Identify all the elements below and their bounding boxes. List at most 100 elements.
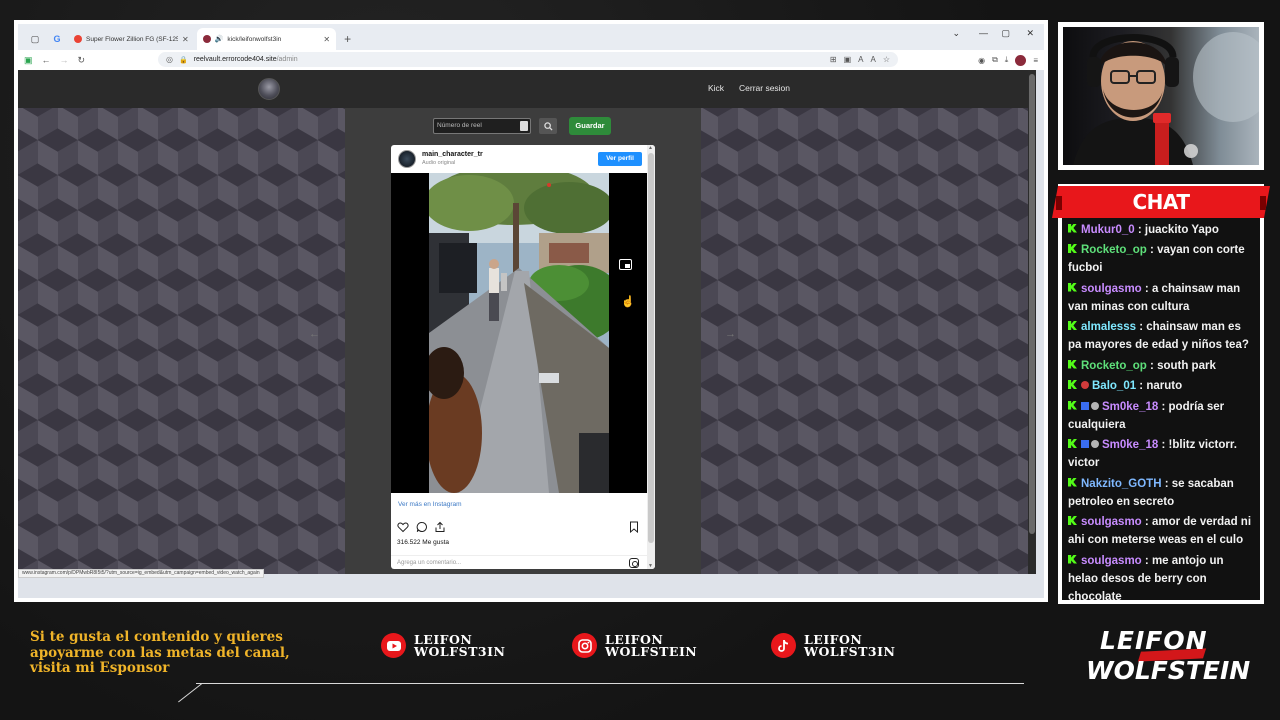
share-icon[interactable] (434, 521, 446, 533)
number-spinner[interactable] (520, 121, 528, 131)
chat-username[interactable]: Nakzito_GOTH (1081, 478, 1162, 490)
brand-logo: LEIFON WOLFSTEIN (1082, 626, 1250, 688)
chat-message: Sm0ke_18 : !blitz victorr. victor (1068, 436, 1256, 472)
next-reel-arrow[interactable]: → (725, 328, 736, 340)
chat-message: Mukur0_0 : juackito Yapo (1068, 221, 1256, 239)
tab-kick[interactable]: 🔊 kick/leifonwolfst3in ✕ (196, 28, 337, 50)
red-badge-icon (1081, 381, 1089, 389)
scroll-up-icon[interactable]: ▲ (648, 145, 653, 151)
scroll-down-icon[interactable]: ▼ (648, 563, 653, 569)
chat-separator: : (1141, 282, 1152, 295)
blue-badge-icon (1081, 401, 1089, 410)
chat-username[interactable]: soulgasmo (1081, 283, 1142, 295)
webcam-frame (1058, 22, 1264, 170)
install-app-icon[interactable]: ⊞ (830, 52, 837, 67)
chat-separator: : (1134, 223, 1145, 236)
site-info-icon[interactable]: ◎ (166, 55, 173, 64)
chat-username[interactable]: Sm0ke_18 (1102, 439, 1158, 451)
youtube-icon (381, 633, 406, 658)
chat-username[interactable]: Sm0ke_18 (1102, 401, 1158, 413)
reload-icon[interactable]: ↻ (78, 55, 86, 66)
downloads-icon[interactable]: ⤓ (1005, 55, 1009, 65)
site-logo[interactable] (258, 78, 280, 100)
extensions-puzzle-icon[interactable]: ⧉ (992, 55, 998, 65)
nav-logout-link[interactable]: Cerrar sesion (739, 83, 790, 93)
kick-badge-icon (1068, 359, 1077, 369)
tab-search-icon[interactable]: ⌄ (952, 28, 960, 39)
page-scrollbar[interactable] (1028, 70, 1036, 574)
chat-message: Sm0ke_18 : podría ser cualquiera (1068, 398, 1256, 434)
back-icon[interactable]: ← (42, 55, 51, 65)
tab-super-flower[interactable]: Super Flower Zillion FG (SF-125... ✕ (68, 28, 195, 50)
extension-icon[interactable]: ◉ (978, 56, 985, 65)
embed-scrollbar[interactable]: ▲ ▼ (647, 145, 655, 569)
chat-username[interactable]: Balo_01 (1092, 380, 1136, 392)
streamer-figure (1073, 32, 1259, 165)
status-bar-url: www.instagram.com/p/DPMwbR8I5t5/?utm_sou… (18, 569, 264, 578)
instagram-icon[interactable] (629, 558, 639, 568)
save-button[interactable]: Guardar (569, 117, 611, 135)
close-window-icon[interactable]: ✕ (1026, 28, 1034, 39)
avatar[interactable] (398, 150, 416, 168)
site-nav: Kick Cerrar sesion (18, 70, 1028, 108)
prev-reel-arrow[interactable]: ← (309, 328, 320, 340)
chat-separator: : (1141, 554, 1152, 567)
new-tab-button[interactable]: + (338, 28, 357, 50)
chat-username[interactable]: Rocketo_op (1081, 360, 1147, 372)
url-host: reelvault.errorcode404.site (193, 56, 277, 63)
maximize-icon[interactable]: ▢ (1001, 28, 1010, 39)
chat-username[interactable]: soulgasmo (1081, 555, 1142, 567)
tab-close-icon[interactable]: ✕ (182, 35, 189, 44)
blue-badge-icon (1081, 440, 1089, 448)
reelvault-page: Kick Cerrar sesion Número de reel Guarda… (18, 70, 1028, 574)
chat-messages: cosplayMukur0_0 : juackito YapoRocketo_o… (1062, 188, 1260, 600)
instagram-actions (397, 521, 645, 535)
address-bar[interactable]: ◎ 🔒 reelvault.errorcode404.site/admin ⊞ … (158, 52, 898, 67)
tab-actions-icon[interactable]: ▢ (24, 28, 46, 50)
picture-in-picture-icon[interactable] (619, 259, 632, 270)
social-instagram: LEIFON WOLFSTEIN (572, 633, 697, 658)
bookmark-icon[interactable] (629, 521, 639, 533)
video-scene (429, 173, 609, 493)
chat-title: CHAT (1132, 190, 1190, 214)
kick-badge-icon (1068, 554, 1077, 564)
chat-username[interactable]: almalesss (1081, 321, 1136, 333)
search-button[interactable] (539, 118, 557, 134)
instagram-header: main_character_tr Audio original Ver per… (391, 145, 647, 173)
view-more-instagram-link[interactable]: Ver más en Instagram (398, 501, 462, 508)
scrollbar-thumb[interactable] (648, 153, 654, 543)
divider-slant (178, 683, 203, 703)
forward-icon[interactable]: → (60, 55, 69, 65)
view-profile-button[interactable]: Ver perfil (598, 152, 642, 166)
comment-input[interactable]: Agrega un comentario... (391, 555, 647, 569)
translate-icon[interactable]: A (858, 52, 863, 67)
reel-number-input[interactable]: Número de reel (433, 118, 531, 134)
menu-icon[interactable]: ≡ (1033, 56, 1038, 65)
minimize-icon[interactable]: — (979, 28, 988, 38)
bookmark-star-icon[interactable]: ☆ (883, 52, 890, 67)
reel-video[interactable]: ☝ (391, 173, 647, 493)
chat-username[interactable]: Rocketo_op (1081, 244, 1147, 256)
chat-separator: : (1146, 359, 1158, 372)
sidebar-toggle-icon[interactable]: ▣ (24, 55, 33, 66)
instagram-icon (572, 633, 597, 658)
like-heart-icon[interactable] (397, 521, 409, 533)
browser-window: ▢ G Super Flower Zillion FG (SF-125... ✕… (18, 24, 1044, 598)
scrollbar-thumb[interactable] (1029, 74, 1035, 534)
nav-kick-link[interactable]: Kick (708, 83, 724, 93)
instagram-username[interactable]: main_character_tr (422, 151, 483, 158)
center-panel: Número de reel Guardar ← → main_characte… (309, 108, 736, 574)
profile-avatar[interactable] (1015, 54, 1027, 66)
divider-line (196, 683, 1024, 684)
kick-badge-icon (1068, 223, 1077, 233)
social-name-line2: WOLFST3IN (804, 643, 896, 659)
chat-username[interactable]: Mukur0_0 (1081, 224, 1135, 236)
instagram-audio-label[interactable]: Audio original (422, 160, 455, 166)
comment-icon[interactable] (416, 521, 428, 533)
chat-username[interactable]: soulgasmo (1081, 516, 1142, 528)
picture-icon[interactable]: ▣ (844, 52, 852, 67)
reader-icon[interactable]: A (870, 52, 875, 67)
audio-playing-icon[interactable]: 🔊 (215, 35, 224, 43)
tab-close-icon[interactable]: ✕ (323, 35, 330, 44)
google-icon[interactable]: G (46, 28, 68, 50)
